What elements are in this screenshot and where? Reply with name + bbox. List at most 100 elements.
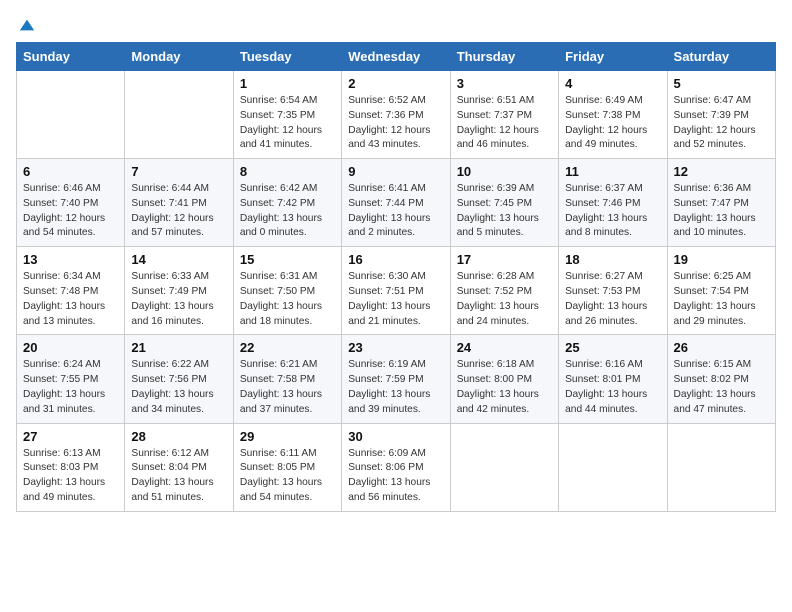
- day-number: 9: [348, 164, 443, 179]
- calendar-cell: 29 Sunrise: 6:11 AM Sunset: 8:05 PM Dayli…: [233, 423, 341, 511]
- day-info: Sunrise: 6:47 AM Sunset: 7:39 PM Dayligh…: [674, 94, 769, 153]
- day-number: 6: [23, 164, 118, 179]
- day-info: Sunrise: 6:25 AM Sunset: 7:54 PM Dayligh…: [674, 270, 769, 329]
- weekday-header-row: SundayMondayTuesdayWednesdayThursdayFrid…: [17, 43, 776, 71]
- day-number: 10: [457, 164, 552, 179]
- day-number: 20: [23, 340, 118, 355]
- calendar-cell: 27 Sunrise: 6:13 AM Sunset: 8:03 PM Dayli…: [17, 423, 125, 511]
- day-number: 14: [131, 252, 226, 267]
- logo: [16, 16, 36, 30]
- day-number: 23: [348, 340, 443, 355]
- day-info: Sunrise: 6:30 AM Sunset: 7:51 PM Dayligh…: [348, 270, 443, 329]
- calendar-cell: [17, 71, 125, 159]
- day-info: Sunrise: 6:51 AM Sunset: 7:37 PM Dayligh…: [457, 94, 552, 153]
- day-info: Sunrise: 6:31 AM Sunset: 7:50 PM Dayligh…: [240, 270, 335, 329]
- calendar-cell: 19 Sunrise: 6:25 AM Sunset: 7:54 PM Dayli…: [667, 247, 775, 335]
- day-number: 25: [565, 340, 660, 355]
- day-info: Sunrise: 6:21 AM Sunset: 7:58 PM Dayligh…: [240, 358, 335, 417]
- calendar-cell: 17 Sunrise: 6:28 AM Sunset: 7:52 PM Dayli…: [450, 247, 558, 335]
- weekday-header: Thursday: [450, 43, 558, 71]
- day-info: Sunrise: 6:36 AM Sunset: 7:47 PM Dayligh…: [674, 182, 769, 241]
- day-number: 29: [240, 429, 335, 444]
- day-number: 13: [23, 252, 118, 267]
- calendar-cell: [559, 423, 667, 511]
- calendar-cell: 6 Sunrise: 6:46 AM Sunset: 7:40 PM Daylig…: [17, 159, 125, 247]
- day-info: Sunrise: 6:54 AM Sunset: 7:35 PM Dayligh…: [240, 94, 335, 153]
- day-number: 12: [674, 164, 769, 179]
- day-number: 1: [240, 76, 335, 91]
- calendar-cell: 16 Sunrise: 6:30 AM Sunset: 7:51 PM Dayli…: [342, 247, 450, 335]
- day-number: 18: [565, 252, 660, 267]
- day-number: 26: [674, 340, 769, 355]
- day-number: 7: [131, 164, 226, 179]
- calendar-week-row: 1 Sunrise: 6:54 AM Sunset: 7:35 PM Daylig…: [17, 71, 776, 159]
- calendar-week-row: 20 Sunrise: 6:24 AM Sunset: 7:55 PM Dayli…: [17, 335, 776, 423]
- day-number: 8: [240, 164, 335, 179]
- calendar-cell: 1 Sunrise: 6:54 AM Sunset: 7:35 PM Daylig…: [233, 71, 341, 159]
- calendar-cell: [125, 71, 233, 159]
- calendar-cell: 26 Sunrise: 6:15 AM Sunset: 8:02 PM Dayli…: [667, 335, 775, 423]
- day-info: Sunrise: 6:19 AM Sunset: 7:59 PM Dayligh…: [348, 358, 443, 417]
- day-number: 21: [131, 340, 226, 355]
- calendar-cell: [450, 423, 558, 511]
- calendar-cell: 5 Sunrise: 6:47 AM Sunset: 7:39 PM Daylig…: [667, 71, 775, 159]
- calendar-week-row: 27 Sunrise: 6:13 AM Sunset: 8:03 PM Dayli…: [17, 423, 776, 511]
- weekday-header: Saturday: [667, 43, 775, 71]
- calendar-cell: 12 Sunrise: 6:36 AM Sunset: 7:47 PM Dayli…: [667, 159, 775, 247]
- calendar-cell: 18 Sunrise: 6:27 AM Sunset: 7:53 PM Dayli…: [559, 247, 667, 335]
- day-info: Sunrise: 6:39 AM Sunset: 7:45 PM Dayligh…: [457, 182, 552, 241]
- day-number: 4: [565, 76, 660, 91]
- day-info: Sunrise: 6:09 AM Sunset: 8:06 PM Dayligh…: [348, 447, 443, 506]
- day-info: Sunrise: 6:44 AM Sunset: 7:41 PM Dayligh…: [131, 182, 226, 241]
- day-info: Sunrise: 6:13 AM Sunset: 8:03 PM Dayligh…: [23, 447, 118, 506]
- calendar-cell: 3Sunrise: 6:51 AM Sunset: 7:37 PM Daylig…: [450, 71, 558, 159]
- day-info: Sunrise: 6:49 AM Sunset: 7:38 PM Dayligh…: [565, 94, 660, 153]
- calendar-cell: 10 Sunrise: 6:39 AM Sunset: 7:45 PM Dayli…: [450, 159, 558, 247]
- day-info: Sunrise: 6:15 AM Sunset: 8:02 PM Dayligh…: [674, 358, 769, 417]
- calendar-cell: 11 Sunrise: 6:37 AM Sunset: 7:46 PM Dayli…: [559, 159, 667, 247]
- day-number: 2: [348, 76, 443, 91]
- day-info: Sunrise: 6:41 AM Sunset: 7:44 PM Dayligh…: [348, 182, 443, 241]
- day-info: Sunrise: 6:33 AM Sunset: 7:49 PM Dayligh…: [131, 270, 226, 329]
- day-number: 5: [674, 76, 769, 91]
- day-number: 11: [565, 164, 660, 179]
- day-number: 22: [240, 340, 335, 355]
- day-number: 24: [457, 340, 552, 355]
- day-info: Sunrise: 6:11 AM Sunset: 8:05 PM Dayligh…: [240, 447, 335, 506]
- weekday-header: Tuesday: [233, 43, 341, 71]
- calendar-cell: 2 Sunrise: 6:52 AM Sunset: 7:36 PM Daylig…: [342, 71, 450, 159]
- day-number: 27: [23, 429, 118, 444]
- calendar-cell: 13 Sunrise: 6:34 AM Sunset: 7:48 PM Dayli…: [17, 247, 125, 335]
- calendar-cell: 8 Sunrise: 6:42 AM Sunset: 7:42 PM Daylig…: [233, 159, 341, 247]
- day-info: Sunrise: 6:46 AM Sunset: 7:40 PM Dayligh…: [23, 182, 118, 241]
- calendar-cell: 14 Sunrise: 6:33 AM Sunset: 7:49 PM Dayli…: [125, 247, 233, 335]
- day-info: Sunrise: 6:22 AM Sunset: 7:56 PM Dayligh…: [131, 358, 226, 417]
- day-info: Sunrise: 6:18 AM Sunset: 8:00 PM Dayligh…: [457, 358, 552, 417]
- day-number: 19: [674, 252, 769, 267]
- calendar-cell: 21 Sunrise: 6:22 AM Sunset: 7:56 PM Dayli…: [125, 335, 233, 423]
- logo-icon: [18, 16, 36, 34]
- calendar-cell: 15 Sunrise: 6:31 AM Sunset: 7:50 PM Dayli…: [233, 247, 341, 335]
- calendar-cell: 4 Sunrise: 6:49 AM Sunset: 7:38 PM Daylig…: [559, 71, 667, 159]
- calendar-cell: 25 Sunrise: 6:16 AM Sunset: 8:01 PM Dayli…: [559, 335, 667, 423]
- day-number: 15: [240, 252, 335, 267]
- day-info: Sunrise: 6:28 AM Sunset: 7:52 PM Dayligh…: [457, 270, 552, 329]
- day-info: Sunrise: 6:24 AM Sunset: 7:55 PM Dayligh…: [23, 358, 118, 417]
- day-info: Sunrise: 6:12 AM Sunset: 8:04 PM Dayligh…: [131, 447, 226, 506]
- day-info: Sunrise: 6:37 AM Sunset: 7:46 PM Dayligh…: [565, 182, 660, 241]
- day-info: Sunrise: 6:16 AM Sunset: 8:01 PM Dayligh…: [565, 358, 660, 417]
- day-number: 16: [348, 252, 443, 267]
- day-info: Sunrise: 6:52 AM Sunset: 7:36 PM Dayligh…: [348, 94, 443, 153]
- weekday-header: Wednesday: [342, 43, 450, 71]
- calendar-table: SundayMondayTuesdayWednesdayThursdayFrid…: [16, 42, 776, 512]
- calendar-cell: 24 Sunrise: 6:18 AM Sunset: 8:00 PM Dayli…: [450, 335, 558, 423]
- day-info: Sunrise: 6:34 AM Sunset: 7:48 PM Dayligh…: [23, 270, 118, 329]
- calendar-cell: 30Sunrise: 6:09 AM Sunset: 8:06 PM Dayli…: [342, 423, 450, 511]
- day-info: Sunrise: 6:42 AM Sunset: 7:42 PM Dayligh…: [240, 182, 335, 241]
- calendar-cell: 23 Sunrise: 6:19 AM Sunset: 7:59 PM Dayli…: [342, 335, 450, 423]
- calendar-week-row: 6 Sunrise: 6:46 AM Sunset: 7:40 PM Daylig…: [17, 159, 776, 247]
- day-number: 17: [457, 252, 552, 267]
- weekday-header: Monday: [125, 43, 233, 71]
- weekday-header: Sunday: [17, 43, 125, 71]
- day-info: Sunrise: 6:27 AM Sunset: 7:53 PM Dayligh…: [565, 270, 660, 329]
